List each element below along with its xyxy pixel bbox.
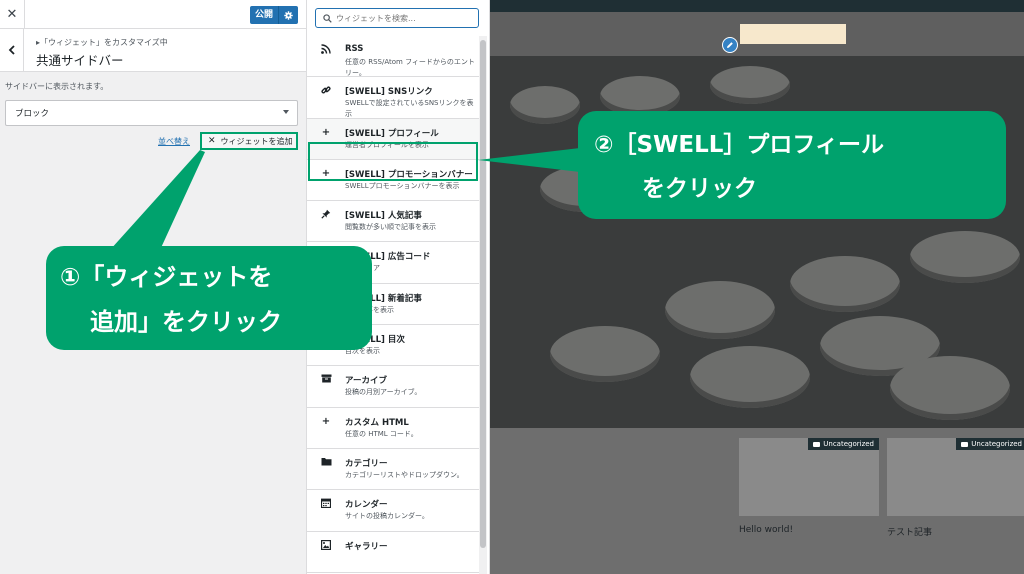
callout-step1-line1: ①「ウィジェットを (60, 263, 273, 291)
callout-pointer-step1 (110, 150, 205, 250)
callout-step2-line1: ②［SWELL］プロフィール (594, 132, 884, 158)
screenshot-root: ✕ 公開 ▸「ウィジェット」をカスタマイズ中 共通サイドバー サイドバーに表示さ… (0, 0, 1024, 574)
callout-pointer-step2 (478, 148, 580, 172)
callout-step1-line2: 追加」をクリック (90, 308, 282, 336)
callout-step2: ②［SWELL］プロフィール をクリック (578, 111, 1006, 219)
callout-step1: ①「ウィジェットを 追加」をクリック (46, 246, 372, 350)
callout-step2-line2: をクリック (642, 176, 757, 202)
